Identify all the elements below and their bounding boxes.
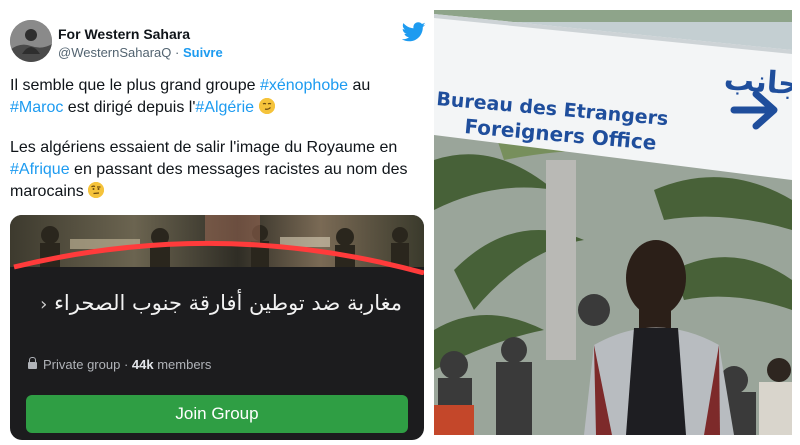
tweet-text: Il semble que le plus grand groupe #xéno… (10, 75, 422, 221)
join-group-button[interactable]: Join Group (26, 395, 408, 433)
follow-button[interactable]: Suivre (183, 45, 223, 60)
text-run: en passant des messages racistes au nom … (10, 161, 408, 200)
lock-icon (28, 357, 37, 369)
hashtag-link[interactable]: #Afrique (10, 161, 70, 178)
handle-line: @WesternSaharaQ · Suivre (58, 45, 223, 60)
user-handle[interactable]: @WesternSaharaQ (58, 45, 171, 60)
member-count: 44k (131, 357, 154, 372)
text-run: est dirigé depuis l' (63, 99, 196, 116)
privacy-label: Private group (43, 357, 121, 372)
members-suffix: members (153, 357, 212, 372)
smirking-face-icon (258, 98, 275, 114)
hashtag-link[interactable]: #Maroc (10, 99, 63, 116)
text-run: Les algériens essaient de salir l'image … (10, 139, 398, 156)
twitter-bird-icon[interactable] (402, 22, 426, 44)
chevron-icon: ‹ (40, 294, 48, 315)
avatar[interactable] (10, 20, 52, 62)
hashtag-link[interactable]: #Algérie (195, 99, 254, 116)
tweet-panel: For Western Sahara @WesternSaharaQ · Sui… (0, 0, 432, 445)
tweet-paragraph-1: Il semble que le plus grand groupe #xéno… (10, 75, 422, 119)
group-name[interactable]: مغاربة ضد توطين أفارقة جنوب الصحراء ‹ (22, 285, 402, 323)
red-highlight-arc (13, 240, 424, 275)
group-meta: Private group · 44k members (28, 357, 211, 372)
separator: · (171, 45, 183, 60)
separator: · (120, 357, 132, 372)
group-name-text: مغاربة ضد توطين أفارقة جنوب الصحراء (54, 291, 402, 315)
hashtag-link[interactable]: #xénophobe (260, 77, 348, 94)
display-name[interactable]: For Western Sahara (58, 26, 190, 42)
raised-eyebrow-face-icon (88, 182, 105, 198)
news-photo: مكتب الأجانب Bureau des Etrangers Foreig… (434, 10, 792, 435)
tweet-paragraph-2: Les algériens essaient de salir l'image … (10, 137, 422, 203)
text-run: Il semble que le plus grand groupe (10, 77, 260, 94)
facebook-group-card[interactable]: مغاربة ضد توطين أفارقة جنوب الصحراء ‹ Pr… (10, 215, 424, 440)
text-run: au (348, 77, 371, 94)
